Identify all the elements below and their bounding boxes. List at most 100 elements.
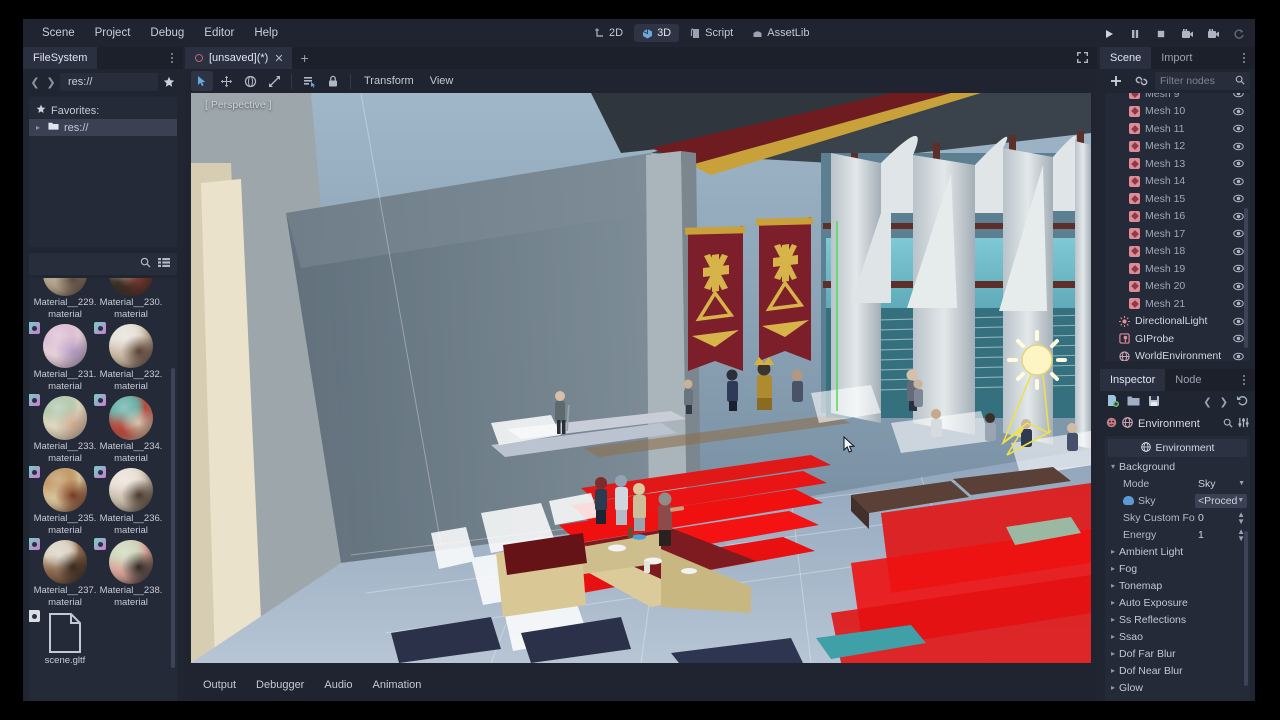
nav-forward-icon[interactable]: ❯ [44, 73, 58, 91]
play-scene-button[interactable] [1176, 24, 1198, 44]
tab-animation[interactable]: Animation [365, 676, 430, 694]
node-row[interactable]: Mesh 11 [1105, 120, 1250, 138]
tab-scene[interactable]: Scene [1100, 47, 1152, 69]
visibility-toggle-icon[interactable] [1233, 281, 1244, 292]
mode-3d-button[interactable]: 3D [634, 24, 680, 42]
tab-inspector[interactable]: Inspector [1100, 369, 1166, 391]
tab-debugger[interactable]: Debugger [248, 676, 312, 694]
add-scene-button[interactable]: + [292, 47, 318, 69]
scale-mode-button[interactable] [263, 71, 285, 91]
view-menu[interactable]: View [423, 73, 461, 89]
file-item[interactable]: Material__229.material [32, 278, 98, 321]
distraction-free-icon[interactable] [1076, 51, 1089, 67]
property-group[interactable]: ▸ Dof Far Blur [1105, 645, 1250, 662]
node-row[interactable]: DirectionalLight [1105, 313, 1250, 331]
filesystem-menu-button[interactable] [167, 51, 177, 65]
node-row[interactable]: Mesh 17 [1105, 225, 1250, 243]
filesystem-scrollbar[interactable] [171, 368, 175, 668]
save-resource-icon[interactable] [1148, 395, 1160, 410]
node-row[interactable]: WorldEnvironment [1105, 348, 1250, 361]
property-group[interactable]: ▸ Tonemap [1105, 577, 1250, 594]
mode-script-button[interactable]: Script [682, 24, 741, 42]
scene-dock-menu-button[interactable] [1239, 51, 1249, 65]
node-row[interactable]: Mesh 20 [1105, 278, 1250, 296]
history-prev-icon[interactable]: ❮ [1203, 397, 1211, 408]
transform-menu[interactable]: Transform [357, 73, 421, 89]
tab-output[interactable]: Output [195, 676, 244, 694]
node-row[interactable]: Mesh 14 [1105, 173, 1250, 191]
load-resource-icon[interactable] [1127, 395, 1140, 410]
spinner-arrows-icon[interactable]: ▲ ▼ [1237, 510, 1245, 525]
play-custom-scene-button[interactable] [1202, 24, 1224, 44]
node-row[interactable]: Mesh 9 [1105, 93, 1250, 103]
property-group[interactable]: ▸ Dof Near Blur [1105, 662, 1250, 679]
tab-node[interactable]: Node [1165, 369, 1211, 391]
node-row[interactable]: Mesh 13 [1105, 155, 1250, 173]
node-row[interactable]: Mesh 19 [1105, 260, 1250, 278]
object-options-icon[interactable] [1238, 417, 1249, 431]
visibility-toggle-icon[interactable] [1233, 316, 1244, 327]
file-item[interactable]: Material__234.material [94, 394, 164, 465]
visibility-toggle-icon[interactable] [1233, 123, 1244, 134]
file-item[interactable]: Material__231.material [29, 322, 98, 393]
visibility-toggle-icon[interactable] [1233, 193, 1244, 204]
node-row[interactable]: Mesh 18 [1105, 243, 1250, 261]
tab-import[interactable]: Import [1151, 47, 1202, 69]
property-group[interactable]: ▸ Ssao [1105, 628, 1250, 645]
resource-header-row[interactable]: Environment [1108, 439, 1247, 457]
filter-nodes-input[interactable]: Filter nodes [1155, 72, 1250, 90]
3d-viewport[interactable]: [ Perspective ] [191, 93, 1091, 663]
tab-audio[interactable]: Audio [316, 676, 360, 694]
visibility-toggle-icon[interactable] [1233, 211, 1244, 222]
search-icon[interactable] [1235, 75, 1245, 88]
property-value-spinner[interactable]: 0 ▲ ▼ [1195, 510, 1245, 525]
property-group[interactable]: ▸ Auto Exposure [1105, 594, 1250, 611]
inspector-properties[interactable]: Environment ▾ Background Mode Sky ▼ Sky … [1105, 436, 1250, 711]
property-group[interactable]: ▸ Ambient Light [1105, 543, 1250, 560]
node-row[interactable]: Mesh 16 [1105, 208, 1250, 226]
visibility-toggle-icon[interactable] [1233, 106, 1244, 117]
visibility-toggle-icon[interactable] [1233, 176, 1244, 187]
menu-help[interactable]: Help [245, 24, 287, 42]
inspector-menu-button[interactable] [1239, 373, 1249, 387]
file-item[interactable]: Material__235.material [29, 466, 98, 537]
property-group[interactable]: ▸ Glow [1105, 679, 1250, 696]
visibility-toggle-icon[interactable] [1233, 333, 1244, 344]
node-tree[interactable]: Mesh 9 Mesh 10 Mesh 11 Mesh 12 Mesh 13 Mesh 1… [1105, 93, 1250, 361]
mode-assetlib-button[interactable]: AssetLib [744, 24, 817, 42]
visibility-toggle-icon[interactable] [1233, 228, 1244, 239]
menu-debug[interactable]: Debug [141, 24, 193, 42]
file-item[interactable]: Material__233.material [29, 394, 98, 465]
mode-2d-button[interactable]: 2D [586, 24, 631, 42]
node-row[interactable]: Mesh 12 [1105, 138, 1250, 156]
property-group[interactable]: ▸ Fog [1105, 560, 1250, 577]
nav-back-icon[interactable]: ❮ [28, 73, 42, 91]
favorite-star-icon[interactable] [160, 73, 178, 91]
menu-editor[interactable]: Editor [195, 24, 243, 42]
node-row[interactable]: Mesh 10 [1105, 103, 1250, 121]
node-tree-scrollbar[interactable] [1244, 208, 1248, 348]
move-mode-button[interactable] [215, 71, 237, 91]
pause-button[interactable] [1124, 24, 1146, 44]
menu-scene[interactable]: Scene [33, 24, 84, 42]
file-item[interactable]: Material__236.material [94, 466, 164, 537]
search-icon[interactable] [140, 257, 151, 271]
close-icon[interactable]: ✕ [274, 52, 283, 65]
select-mode-button[interactable] [191, 71, 213, 91]
path-field[interactable]: res:// [60, 73, 158, 91]
file-item[interactable]: Material__230.material [98, 278, 164, 321]
scene-tab-unsaved[interactable]: [unsaved](*) ✕ [185, 47, 292, 69]
visibility-toggle-icon[interactable] [1233, 246, 1244, 257]
node-row[interactable]: GIProbe [1105, 330, 1250, 348]
file-item[interactable]: Material__238.material [94, 538, 164, 609]
property-value-dropdown[interactable]: Sky ▼ [1195, 478, 1245, 490]
file-item[interactable]: Material__237.material [29, 538, 98, 609]
new-resource-icon[interactable] [1106, 394, 1119, 410]
tab-filesystem[interactable]: FileSystem [23, 47, 98, 69]
chevron-right-icon[interactable]: ▸ [36, 123, 43, 132]
inspector-scrollbar[interactable] [1244, 531, 1248, 686]
property-group-background[interactable]: ▾ Background [1105, 458, 1250, 475]
history-next-icon[interactable]: ❯ [1220, 397, 1228, 408]
instance-scene-button[interactable] [1130, 71, 1152, 91]
visibility-toggle-icon[interactable] [1233, 141, 1244, 152]
